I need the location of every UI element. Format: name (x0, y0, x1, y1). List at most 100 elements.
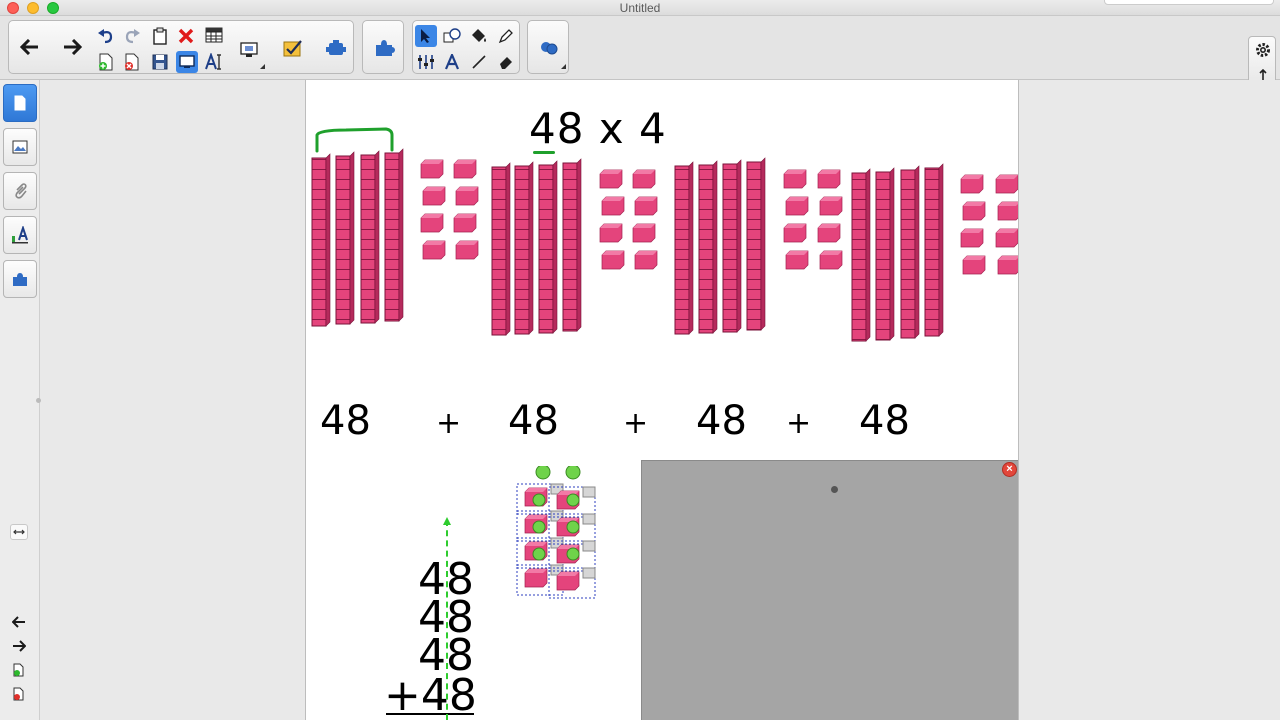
bracket-mark (315, 127, 394, 153)
toolbar-group-extensions (362, 20, 404, 74)
measure-tool-icon[interactable] (415, 51, 437, 73)
dropdown-indicator[interactable] (260, 64, 265, 69)
ten-rod[interactable] (538, 164, 554, 334)
addend-2[interactable]: 48 (508, 398, 559, 444)
sidebar (0, 80, 41, 720)
delete-page-icon[interactable] (121, 51, 143, 73)
settings-gear-icon[interactable] (1253, 40, 1273, 60)
titlebar-search-field[interactable] (1104, 0, 1274, 5)
select-tool-icon[interactable] (415, 25, 437, 47)
redo-icon[interactable] (121, 25, 143, 47)
toolbar-group-tools (412, 20, 520, 74)
selected-unit-cubes[interactable] (506, 466, 616, 616)
rotate-handle[interactable] (566, 493, 580, 507)
ten-rod-side (688, 161, 694, 335)
save-icon[interactable] (149, 51, 171, 73)
rotate-handle[interactable] (532, 520, 546, 534)
rotate-handle[interactable] (532, 547, 546, 561)
ten-rod-side (528, 161, 534, 335)
page-sorter-tab[interactable] (3, 84, 37, 122)
addend-3[interactable]: 48 (696, 398, 747, 444)
addons-tab[interactable] (3, 260, 37, 298)
ten-rod[interactable] (514, 165, 530, 335)
clipboard-icon[interactable] (149, 25, 171, 47)
next-page-icon[interactable] (10, 638, 28, 654)
ten-rod[interactable] (924, 167, 940, 337)
ten-rod[interactable] (722, 163, 738, 333)
menu-dropdown-handle[interactable] (582, 513, 596, 525)
ten-rod-side (398, 148, 404, 322)
ten-rod[interactable] (900, 169, 916, 339)
font-tool-icon[interactable] (441, 51, 463, 73)
ten-rod-side (712, 160, 718, 334)
guide-arrowhead (443, 517, 451, 525)
ten-rod-side (576, 158, 582, 332)
text-tool-icon[interactable] (203, 51, 227, 73)
shape-tool-icon[interactable] (441, 25, 463, 47)
base-ten-blocks[interactable] (306, 80, 1019, 360)
ten-rod-side (889, 167, 895, 341)
ten-rod-side (349, 151, 355, 325)
plus-sign-3[interactable]: + (786, 406, 811, 441)
addons-icon[interactable] (323, 37, 349, 61)
ten-rod[interactable] (384, 152, 400, 322)
back-arrow-icon[interactable] (17, 35, 43, 59)
dropdown-indicator[interactable] (561, 64, 566, 69)
eraser-tool-icon[interactable] (495, 51, 517, 73)
whiteboard-page[interactable]: 48 x 4 48 + 48 + 48 + 48 48 48 48 +48 × (305, 80, 1019, 720)
properties-tab[interactable] (3, 216, 37, 254)
rotate-handle[interactable] (535, 466, 551, 480)
fill-tool-icon[interactable] (468, 25, 490, 47)
puzzle-icon[interactable] (371, 36, 397, 60)
undo-icon[interactable] (95, 25, 117, 47)
previous-page-icon[interactable] (10, 614, 28, 630)
screen-shade-panel[interactable] (641, 460, 1018, 720)
rotate-handle[interactable] (532, 493, 546, 507)
rotate-handle[interactable] (566, 520, 580, 534)
toolbar-group-main (8, 20, 354, 74)
ten-rod[interactable] (674, 165, 690, 335)
ten-rod-side (760, 157, 766, 331)
addend-1[interactable]: 48 (320, 398, 371, 444)
menu-dropdown-handle[interactable] (582, 567, 596, 579)
table-icon[interactable] (203, 25, 227, 47)
gallery-tab[interactable] (3, 128, 37, 166)
ten-rod[interactable] (875, 171, 891, 341)
ten-rod[interactable] (335, 155, 351, 325)
pen-tool-icon[interactable] (495, 25, 517, 47)
close-shade-button[interactable]: × (1002, 462, 1017, 477)
ten-rod[interactable] (851, 172, 867, 342)
ten-rod-side (325, 153, 331, 327)
ten-rod[interactable] (562, 162, 578, 332)
delete-page-sidebar-icon[interactable] (10, 686, 28, 702)
line-tool-icon[interactable] (468, 51, 490, 73)
ten-rod[interactable] (698, 164, 714, 334)
delete-icon[interactable] (175, 25, 197, 47)
rotate-handle[interactable] (566, 547, 580, 561)
ten-rod[interactable] (746, 161, 762, 331)
ten-rod[interactable] (311, 157, 327, 327)
link-shapes-icon[interactable] (536, 36, 562, 60)
plus-sign-1[interactable]: + (436, 406, 461, 441)
forward-arrow-icon[interactable] (59, 35, 85, 59)
response-icon[interactable] (280, 37, 306, 61)
sum-line[interactable] (386, 713, 474, 715)
shade-handle[interactable] (831, 486, 838, 493)
ten-rod-side (552, 160, 558, 334)
ten-rod-side (914, 165, 920, 339)
expand-sidebar-icon[interactable] (10, 524, 28, 540)
menu-dropdown-handle[interactable] (582, 486, 596, 498)
screen-capture-icon[interactable] (237, 39, 261, 61)
menu-dropdown-handle[interactable] (582, 540, 596, 552)
add-page-icon[interactable] (10, 662, 28, 678)
addend-4[interactable]: 48 (859, 398, 910, 444)
ten-rod[interactable] (491, 166, 507, 336)
ten-rod[interactable] (360, 154, 376, 324)
rotate-handle[interactable] (565, 466, 581, 480)
new-page-icon[interactable] (95, 51, 117, 73)
ten-rod-side (736, 159, 742, 333)
plus-sign-2[interactable]: + (623, 406, 648, 441)
attachments-tab[interactable] (3, 172, 37, 210)
screen-shade-icon[interactable] (176, 51, 198, 73)
guide-line[interactable] (446, 520, 448, 720)
